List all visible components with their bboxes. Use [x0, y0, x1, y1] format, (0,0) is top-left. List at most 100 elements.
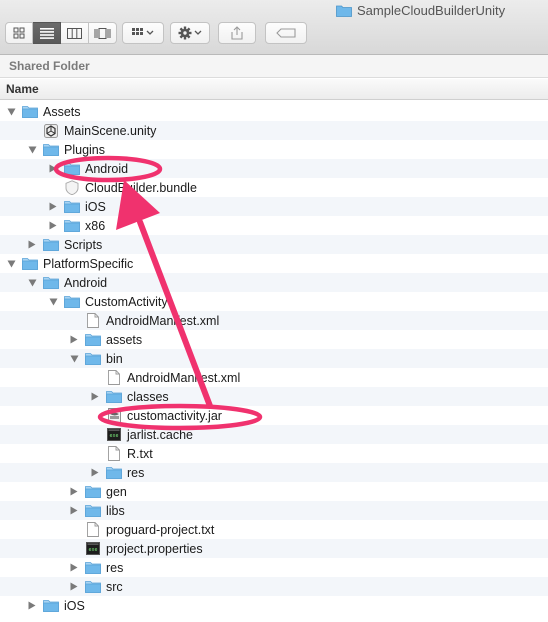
file-row[interactable]: bin: [0, 349, 548, 368]
file-row[interactable]: src: [0, 577, 548, 596]
file-name: R.txt: [127, 446, 153, 461]
file-row[interactable]: iOS: [0, 197, 548, 216]
folder-icon: [43, 143, 59, 157]
disclosure-triangle-open-icon[interactable]: [27, 278, 37, 288]
file-name: MainScene.unity: [64, 123, 157, 138]
folder-icon: [106, 466, 122, 480]
svg-text:exe: exe: [110, 433, 119, 439]
file-row[interactable]: R.txt: [0, 444, 548, 463]
file-name: proguard-project.txt: [106, 522, 215, 537]
list-icon: [39, 27, 54, 39]
shared-folder-header: Shared Folder: [0, 55, 548, 78]
disclosure-triangle-closed-icon[interactable]: [90, 392, 100, 402]
view-mode-segmented-control: [5, 22, 117, 44]
file-row[interactable]: CloudBuilder.bundle: [0, 178, 548, 197]
file-row[interactable]: Scripts: [0, 235, 548, 254]
file-row[interactable]: proguard-project.txt: [0, 520, 548, 539]
document-icon: [85, 313, 101, 328]
tag-button[interactable]: [265, 22, 307, 44]
file-row[interactable]: iOS: [0, 596, 548, 615]
file-row[interactable]: classes: [0, 387, 548, 406]
file-name: iOS: [64, 598, 85, 613]
file-name: CloudBuilder.bundle: [85, 180, 197, 195]
file-row[interactable]: AndroidManifest.xml: [0, 368, 548, 387]
file-row[interactable]: exe jarlist.cache: [0, 425, 548, 444]
disclosure-triangle-open-icon[interactable]: [48, 297, 58, 307]
file-row[interactable]: gen: [0, 482, 548, 501]
disclosure-triangle-open-icon[interactable]: [6, 107, 16, 117]
share-button[interactable]: [218, 22, 256, 44]
arrange-grid-icon: [132, 28, 154, 35]
file-name: x86: [85, 218, 106, 233]
disclosure-triangle-closed-icon[interactable]: [90, 468, 100, 478]
file-name: Android: [64, 275, 108, 290]
disclosure-triangle-closed-icon[interactable]: [69, 335, 79, 345]
file-name: Plugins: [64, 142, 105, 157]
disclosure-triangle-closed-icon[interactable]: [69, 487, 79, 497]
file-name: AndroidManifest.xml: [127, 370, 241, 385]
file-name: libs: [106, 503, 125, 518]
arrange-button[interactable]: [122, 22, 164, 44]
file-name: Android: [85, 161, 129, 176]
columns-icon: [67, 27, 82, 39]
file-name: CustomActivity: [85, 294, 168, 309]
file-name: bin: [106, 351, 123, 366]
folder-icon: [85, 352, 101, 366]
file-name: project.properties: [106, 541, 203, 556]
file-name: PlatformSpecific: [43, 256, 134, 271]
disclosure-triangle-open-icon[interactable]: [27, 145, 37, 155]
bundle-icon: [64, 180, 80, 195]
name-column-header[interactable]: Name: [0, 79, 548, 100]
grid-icon: [13, 27, 25, 39]
disclosure-triangle-closed-icon[interactable]: [48, 221, 58, 231]
action-button[interactable]: [170, 22, 210, 44]
share-icon: [231, 26, 243, 40]
file-row[interactable]: assets: [0, 330, 548, 349]
disclosure-triangle-closed-icon[interactable]: [69, 506, 79, 516]
folder-icon: [106, 390, 122, 404]
folder-icon: [85, 561, 101, 575]
folder-icon: [64, 162, 80, 176]
disclosure-triangle-closed-icon[interactable]: [69, 582, 79, 592]
folder-icon: [43, 276, 59, 290]
coverflow-icon: [94, 27, 111, 39]
jar-file-icon: [106, 408, 122, 423]
disclosure-triangle-closed-icon[interactable]: [48, 164, 58, 174]
file-row[interactable]: Assets: [0, 102, 548, 121]
file-row[interactable]: CustomActivity: [0, 292, 548, 311]
list-view-button[interactable]: [33, 22, 61, 44]
gear-icon: [178, 26, 202, 40]
file-row[interactable]: Android: [0, 159, 548, 178]
file-row[interactable]: res: [0, 463, 548, 482]
disclosure-triangle-closed-icon[interactable]: [69, 563, 79, 573]
executable-icon: exe: [106, 428, 122, 442]
disclosure-triangle-closed-icon[interactable]: [27, 240, 37, 250]
folder-icon: [336, 5, 352, 17]
file-row[interactable]: PlatformSpecific: [0, 254, 548, 273]
file-name: iOS: [85, 199, 106, 214]
window-title: SampleCloudBuilderUnity: [336, 3, 505, 18]
coverflow-view-button[interactable]: [89, 22, 117, 44]
icon-view-button[interactable]: [5, 22, 33, 44]
file-row[interactable]: AndroidManifest.xml: [0, 311, 548, 330]
file-row[interactable]: customactivity.jar: [0, 406, 548, 425]
file-row[interactable]: libs: [0, 501, 548, 520]
file-row[interactable]: Android: [0, 273, 548, 292]
executable-icon: exe: [85, 542, 101, 556]
file-row[interactable]: Plugins: [0, 140, 548, 159]
file-name: Scripts: [64, 237, 103, 252]
file-row[interactable]: res: [0, 558, 548, 577]
disclosure-triangle-open-icon[interactable]: [69, 354, 79, 364]
file-list: Assets MainScene.unity Plugins Android Cloud…: [0, 102, 548, 615]
column-view-button[interactable]: [61, 22, 89, 44]
file-name: res: [127, 465, 145, 480]
disclosure-triangle-open-icon[interactable]: [6, 259, 16, 269]
file-row[interactable]: exe project.properties: [0, 539, 548, 558]
folder-icon: [85, 485, 101, 499]
file-row[interactable]: x86: [0, 216, 548, 235]
disclosure-triangle-closed-icon[interactable]: [48, 202, 58, 212]
disclosure-triangle-closed-icon[interactable]: [27, 601, 37, 611]
file-row[interactable]: MainScene.unity: [0, 121, 548, 140]
window-title-text: SampleCloudBuilderUnity: [357, 3, 506, 18]
document-icon: [106, 370, 122, 385]
